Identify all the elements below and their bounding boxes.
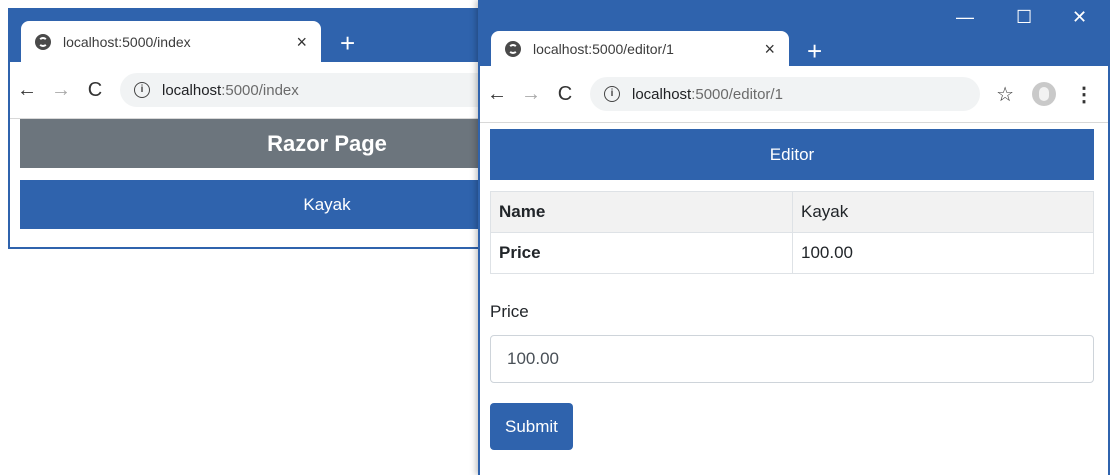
- info-icon[interactable]: i: [604, 86, 620, 102]
- toolbar-actions: ☆ ⋮: [996, 82, 1108, 107]
- product-table: Name Kayak Price 100.00: [490, 191, 1094, 274]
- back-arrow-icon[interactable]: ←: [10, 79, 44, 102]
- table-row: Name Kayak: [490, 191, 1094, 233]
- maximize-icon[interactable]: ☐: [1016, 8, 1032, 26]
- forward-arrow-icon[interactable]: →: [44, 79, 78, 102]
- url-host: localhost: [632, 85, 692, 103]
- close-tab-icon[interactable]: ×: [292, 33, 311, 51]
- new-tab-icon[interactable]: +: [340, 30, 355, 56]
- back-arrow-icon[interactable]: ←: [480, 83, 514, 106]
- bookmark-star-icon[interactable]: ☆: [996, 82, 1014, 107]
- tab-strip: localhost:5000/editor/1 × + — ☐ ✕: [480, 0, 1108, 66]
- address-bar[interactable]: i localhost:5000/editor/1: [590, 77, 980, 111]
- globe-icon: [35, 33, 51, 50]
- price-label: Price: [490, 302, 529, 321]
- url-host: localhost: [162, 81, 222, 99]
- row-value: 100.00: [792, 232, 1094, 274]
- row-value: Kayak: [792, 191, 1094, 233]
- row-label: Name: [490, 191, 793, 233]
- globe-icon: [505, 40, 521, 57]
- browser-toolbar: ← → C i localhost:5000/editor/1 ☆ ⋮: [480, 66, 1108, 123]
- window-close-icon[interactable]: ✕: [1072, 8, 1087, 26]
- menu-kebab-icon[interactable]: ⋮: [1074, 82, 1094, 107]
- page-content: Editor Name Kayak Price 100.00 Price Sub…: [490, 129, 1094, 450]
- profile-avatar-icon[interactable]: [1032, 82, 1056, 106]
- submit-button[interactable]: Submit: [490, 403, 573, 450]
- tab-title: localhost:5000/index: [63, 33, 191, 50]
- tab-title: localhost:5000/editor/1: [533, 40, 674, 57]
- close-tab-icon[interactable]: ×: [760, 40, 779, 58]
- tab-index[interactable]: localhost:5000/index ×: [21, 21, 321, 62]
- url-path: :5000/index: [221, 81, 299, 99]
- tab-editor[interactable]: localhost:5000/editor/1 ×: [491, 31, 789, 66]
- forward-arrow-icon[interactable]: →: [514, 83, 548, 106]
- browser-window-editor: localhost:5000/editor/1 × + — ☐ ✕ ← → C …: [478, 0, 1110, 475]
- row-label: Price: [490, 232, 793, 274]
- page-heading: Editor: [490, 129, 1094, 180]
- table-row: Price 100.00: [490, 232, 1094, 274]
- info-icon[interactable]: i: [134, 82, 150, 98]
- price-input[interactable]: [490, 335, 1094, 383]
- reload-icon[interactable]: C: [78, 79, 112, 102]
- new-tab-icon[interactable]: +: [807, 38, 822, 64]
- url-path: :5000/editor/1: [691, 85, 783, 103]
- reload-icon[interactable]: C: [548, 83, 582, 106]
- minimize-icon[interactable]: —: [956, 8, 974, 26]
